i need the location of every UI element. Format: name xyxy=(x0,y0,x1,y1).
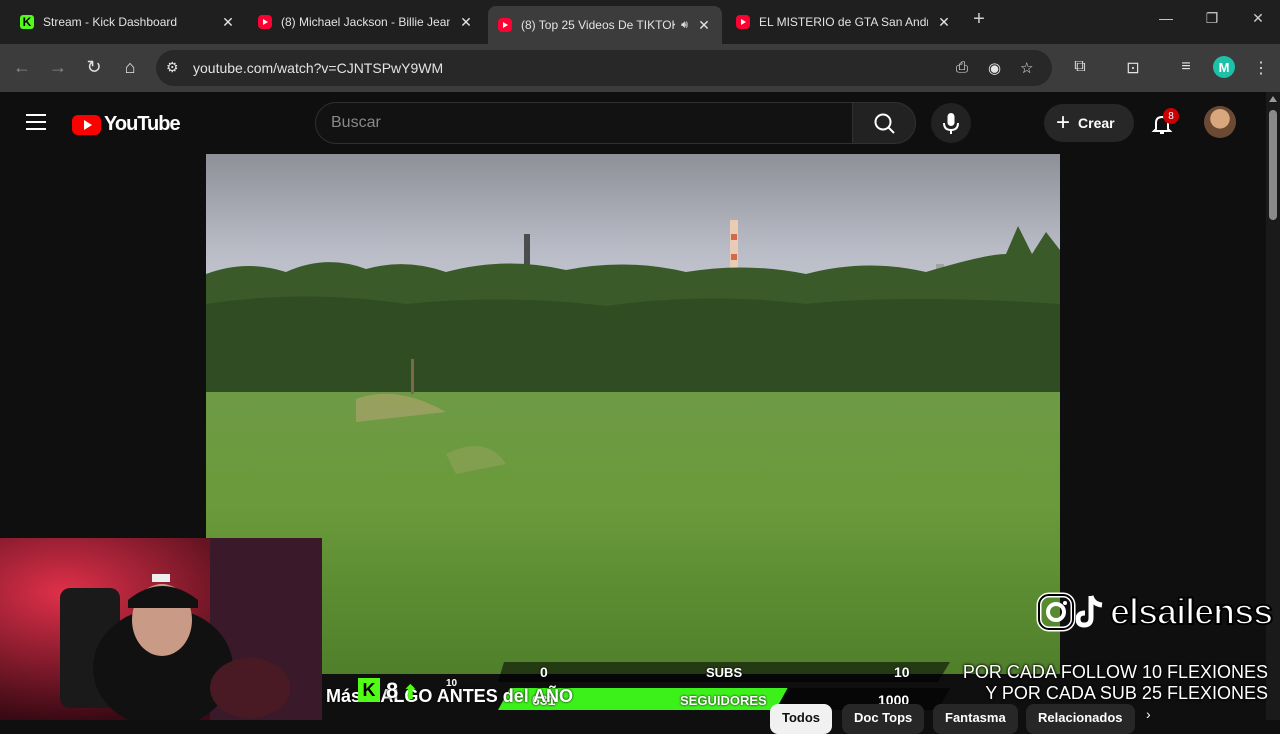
profile-avatar[interactable]: M xyxy=(1213,56,1235,78)
url-text[interactable]: youtube.com/watch?v=CJNTSPwY9WM xyxy=(193,60,443,76)
tab-title: EL MISTERIO de GTA San Andreas xyxy=(759,15,928,29)
back-button[interactable]: ← xyxy=(10,57,34,78)
chip-relacionados[interactable]: Relacionados xyxy=(1026,704,1135,734)
new-tab-button[interactable]: + xyxy=(964,8,994,31)
bookmark-star-icon[interactable]: ☆ xyxy=(1020,59,1033,77)
scroll-up-arrow-icon[interactable] xyxy=(1269,96,1277,102)
forward-button[interactable]: → xyxy=(46,57,70,78)
streamer-webcam xyxy=(0,538,322,720)
tab-title: Stream - Kick Dashboard xyxy=(43,15,178,29)
scrollbar-thumb[interactable] xyxy=(1269,110,1277,220)
video-frame-field-scene xyxy=(206,154,1060,674)
create-label: Crear xyxy=(1078,115,1115,131)
youtube-logo[interactable]: YouTube xyxy=(72,113,181,136)
menu-kebab-icon[interactable]: ⋮ xyxy=(1250,58,1272,78)
kick-logo-icon: K xyxy=(358,678,380,702)
install-app-icon[interactable]: ⎙ xyxy=(956,59,968,76)
tab-gta-san-andreas[interactable]: EL MISTERIO de GTA San Andreas ✕ xyxy=(726,6,962,38)
media-controls-icon[interactable]: ≡ xyxy=(1175,58,1197,76)
browser-tab-strip: K Stream - Kick Dashboard ✕ (8) Michael … xyxy=(0,0,1280,44)
tiktok-handle-overlay: elsailenss xyxy=(1036,588,1274,636)
youtube-wordmark: YouTube xyxy=(104,113,181,135)
close-icon[interactable]: ✕ xyxy=(220,14,236,31)
eye-off-icon[interactable]: ◉ xyxy=(988,59,1001,77)
webcam-feed xyxy=(0,538,322,720)
notification-badge: 8 xyxy=(1163,108,1179,124)
extensions-icon[interactable]: ⧉ xyxy=(1069,58,1091,76)
video-player[interactable] xyxy=(206,154,1060,674)
voice-search-button[interactable] xyxy=(931,103,971,143)
close-icon[interactable]: ✕ xyxy=(458,14,474,31)
tab-top-25-videos[interactable]: (8) Top 25 Videos De TIKTOK 🔊︎ ✕ xyxy=(488,6,722,44)
youtube-play-icon xyxy=(72,114,101,135)
speaker-icon[interactable]: 🔊︎ xyxy=(681,19,688,32)
close-window-button[interactable]: ✕ xyxy=(1243,10,1273,27)
search-icon xyxy=(874,113,895,134)
search-button[interactable] xyxy=(852,102,916,144)
tab-title: (8) Top 25 Videos De TIKTOK xyxy=(521,18,676,32)
kick-count: 8 xyxy=(386,678,399,703)
user-avatar[interactable] xyxy=(1204,106,1236,138)
home-icon[interactable]: ⌂ xyxy=(118,57,142,78)
followers-label: SEGUIDORES xyxy=(680,693,767,708)
youtube-header: YouTube + Crear 8 xyxy=(0,92,1266,154)
youtube-icon xyxy=(736,15,750,29)
search-box xyxy=(315,102,853,144)
chip-doc-tops[interactable]: Doc Tops xyxy=(842,704,925,734)
youtube-icon xyxy=(258,15,272,29)
restore-button[interactable]: ❐ xyxy=(1197,10,1227,27)
kick-icon: K xyxy=(20,15,34,29)
browser-toolbar: ← → ↻ ⌂ ⚙ youtube.com/watch?v=CJNTSPwY9W… xyxy=(0,44,1280,92)
kick-upvotes: 10 xyxy=(446,678,458,689)
upvote-arrow-icon: ⬆ xyxy=(402,682,419,704)
microphone-icon xyxy=(943,113,959,134)
subs-target: 10 xyxy=(894,664,910,680)
tab-billie-jean[interactable]: (8) Michael Jackson - Billie Jean ✕ xyxy=(248,6,484,38)
tab-search-icon[interactable]: ⊡ xyxy=(1122,58,1144,78)
follow-pushups-text: POR CADA FOLLOW 10 FLEXIONES xyxy=(962,662,1268,682)
close-icon[interactable]: ✕ xyxy=(936,14,952,31)
tiktok-handle-text: elsailenss xyxy=(1109,590,1274,633)
tab-kick-dashboard[interactable]: K Stream - Kick Dashboard ✕ xyxy=(10,6,246,38)
reload-button[interactable]: ↻ xyxy=(82,57,106,78)
tiktok-icon xyxy=(1076,595,1103,628)
site-info-icon[interactable]: ⚙ xyxy=(166,59,179,76)
search-input[interactable] xyxy=(331,114,831,132)
instagram-icon xyxy=(1036,592,1076,632)
hamburger-menu-icon[interactable] xyxy=(26,114,46,130)
close-icon[interactable]: ✕ xyxy=(696,17,712,34)
create-button[interactable]: + Crear xyxy=(1044,104,1134,142)
youtube-icon xyxy=(498,18,512,32)
tab-title: (8) Michael Jackson - Billie Jean xyxy=(281,15,450,29)
minimize-button[interactable]: — xyxy=(1151,10,1181,26)
address-bar[interactable]: ⚙ youtube.com/watch?v=CJNTSPwY9WM ⎙ ◉ ☆ xyxy=(156,50,1052,86)
subs-label: SUBS xyxy=(706,665,743,680)
plus-icon: + xyxy=(1056,109,1071,136)
notifications-button[interactable]: 8 xyxy=(1150,108,1179,138)
chip-todos[interactable]: Todos xyxy=(770,704,833,734)
sub-pushups-text: Y POR CADA SUB 25 FLEXIONES xyxy=(985,683,1268,703)
chip-fantasma[interactable]: Fantasma xyxy=(933,704,1018,734)
